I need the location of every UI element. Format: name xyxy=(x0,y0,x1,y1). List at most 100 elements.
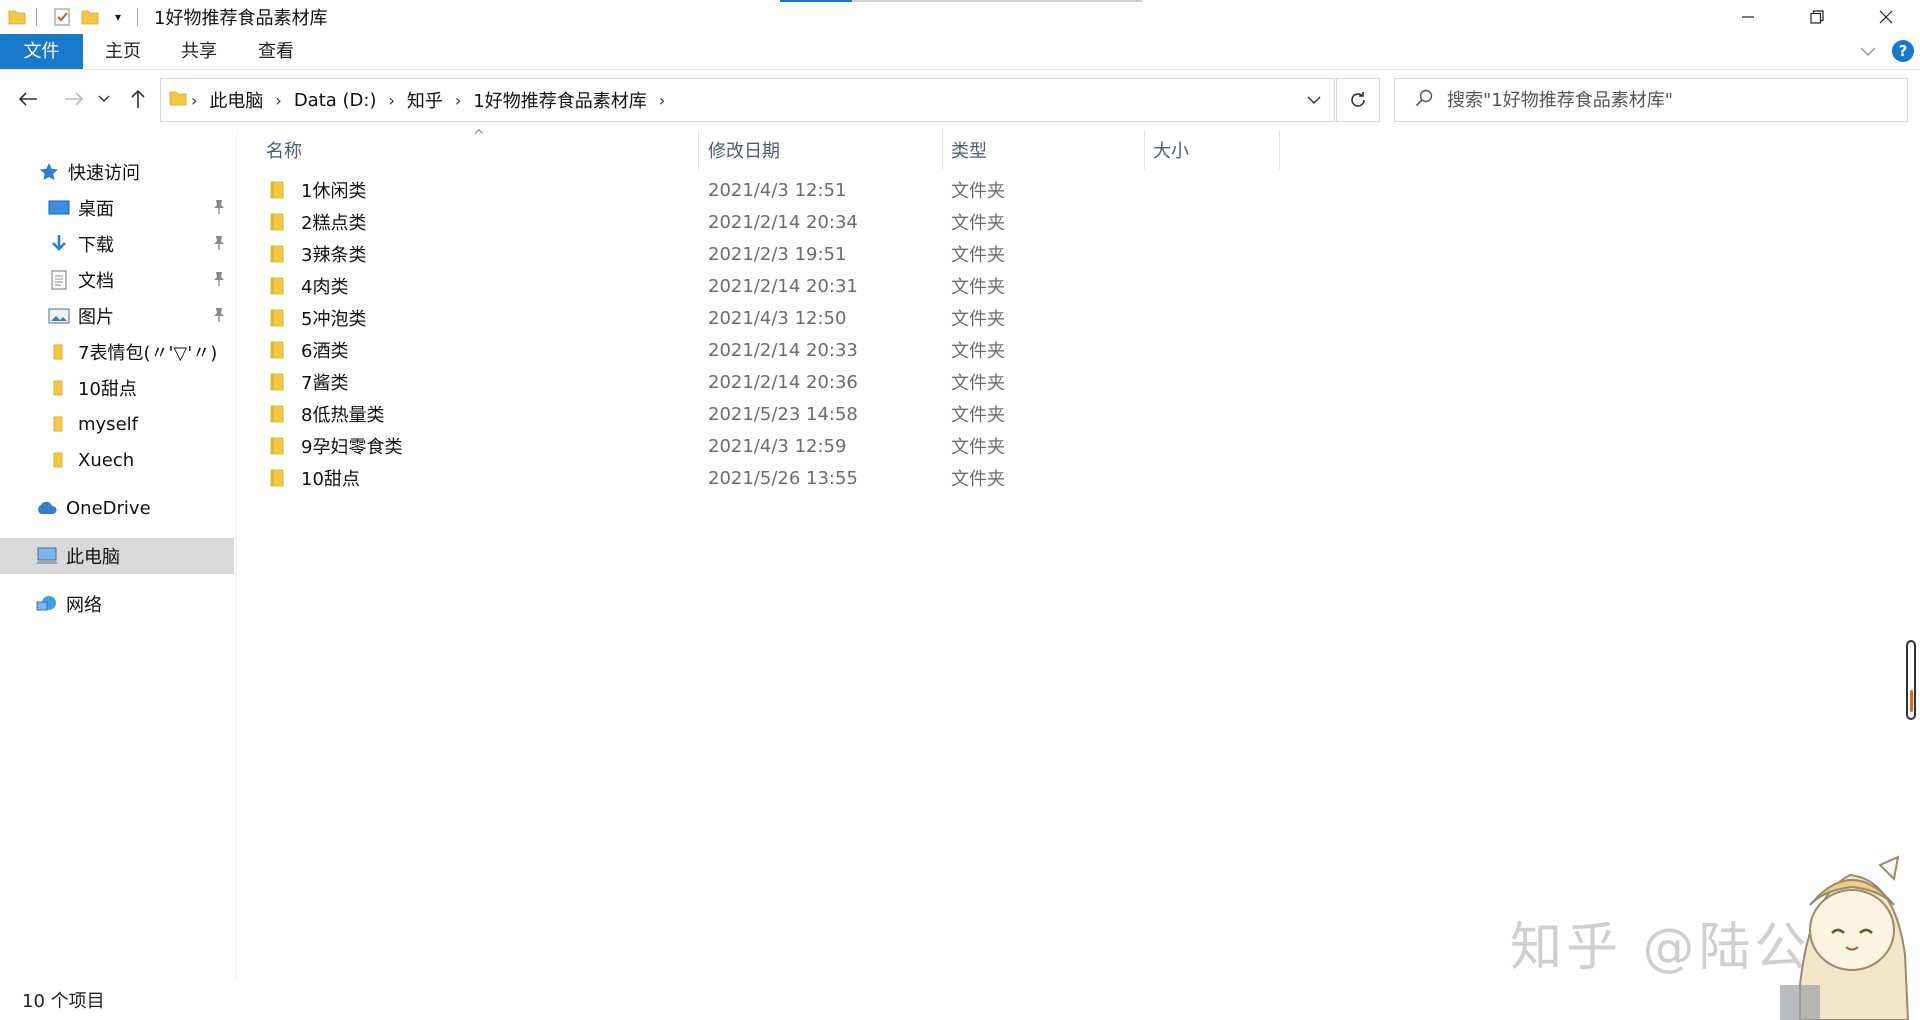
table-row[interactable]: 4肉类 2021/2/14 20:31 文件夹 xyxy=(257,270,1257,302)
folder-icon xyxy=(270,341,284,359)
sidebar-label: 10甜点 xyxy=(78,379,137,400)
table-row[interactable]: 2糕点类 2021/2/14 20:34 文件夹 xyxy=(257,206,1257,238)
file-name-cell[interactable]: 10甜点 xyxy=(267,465,360,491)
close-icon xyxy=(1879,10,1892,24)
sidebar-label: 此电脑 xyxy=(66,547,120,568)
back-button[interactable] xyxy=(14,84,42,114)
sidebar-label: myself xyxy=(78,413,138,435)
modified-date: 2021/2/14 20:31 xyxy=(708,275,858,297)
file-name: 8低热量类 xyxy=(301,405,385,426)
column-resize-handle[interactable] xyxy=(1144,130,1145,170)
file-name-cell[interactable]: 6酒类 xyxy=(267,337,348,363)
document-icon xyxy=(46,268,72,292)
file-type: 文件夹 xyxy=(951,309,1005,330)
table-row[interactable]: 7酱类 2021/2/14 20:36 文件夹 xyxy=(257,366,1257,398)
table-row[interactable]: 6酒类 2021/2/14 20:33 文件夹 xyxy=(257,334,1257,366)
pin-icon[interactable] xyxy=(212,271,228,289)
new-folder-icon[interactable] xyxy=(79,6,101,28)
sidebar-item-onedrive[interactable]: OneDrive xyxy=(0,490,234,526)
folder-icon xyxy=(270,213,284,231)
sidebar-item-this-pc[interactable]: 此电脑 xyxy=(0,538,234,574)
file-name-cell[interactable]: 2糕点类 xyxy=(267,209,366,235)
column-resize-handle[interactable] xyxy=(942,130,943,170)
file-name-cell[interactable]: 7酱类 xyxy=(267,369,348,395)
table-row[interactable]: 5冲泡类 2021/4/3 12:50 文件夹 xyxy=(257,302,1257,334)
picture-icon xyxy=(46,304,72,328)
properties-icon[interactable] xyxy=(51,6,73,28)
address-bar[interactable]: › 此电脑 › Data (D:) › 知乎 › 1好物推荐食品素材库 › xyxy=(160,78,1335,122)
search-box[interactable] xyxy=(1394,78,1908,122)
refresh-button[interactable] xyxy=(1336,78,1380,122)
file-type: 文件夹 xyxy=(951,437,1005,458)
file-name-cell[interactable]: 1休闲类 xyxy=(267,177,366,203)
file-name-cell[interactable]: 9孕妇零食类 xyxy=(267,433,402,459)
customize-quick-access-icon[interactable]: ▾ xyxy=(107,6,129,28)
chevron-down-icon xyxy=(1306,95,1321,104)
table-row[interactable]: 9孕妇零食类 2021/4/3 12:59 文件夹 xyxy=(257,430,1257,462)
sidebar-item-folder[interactable]: myself xyxy=(0,406,234,442)
column-header-type[interactable]: 类型 xyxy=(951,130,1151,170)
tab-view[interactable]: 查看 xyxy=(241,34,311,69)
title-accent xyxy=(780,0,852,2)
sidebar-item-quick-access[interactable]: 快速访问 xyxy=(0,154,234,190)
table-row[interactable]: 3辣条类 2021/2/3 19:51 文件夹 xyxy=(257,238,1257,270)
pin-icon[interactable] xyxy=(212,307,228,325)
pin-icon[interactable] xyxy=(212,235,228,253)
breadcrumb-separator[interactable]: › xyxy=(455,91,461,110)
title-bar: ▾ 1好物推荐食品素材库 xyxy=(0,0,1920,34)
tab-file[interactable]: 文件 xyxy=(0,34,83,69)
restore-button[interactable] xyxy=(1782,0,1851,34)
modified-date: 2021/4/3 12:51 xyxy=(708,179,847,201)
close-button[interactable] xyxy=(1851,0,1920,34)
sidebar-item-documents[interactable]: 文档 xyxy=(0,262,234,298)
sidebar-item-folder[interactable]: 7表情包(〃'▽'〃) xyxy=(0,334,234,370)
table-row[interactable]: 10甜点 2021/5/26 13:55 文件夹 xyxy=(257,462,1257,494)
column-resize-handle[interactable] xyxy=(1279,130,1280,170)
search-icon xyxy=(1415,89,1433,112)
sidebar-item-downloads[interactable]: 下载 xyxy=(0,226,234,262)
tab-home[interactable]: 主页 xyxy=(88,34,158,69)
up-button[interactable] xyxy=(124,84,152,114)
file-name-cell[interactable]: 3辣条类 xyxy=(267,241,366,267)
sidebar-item-network[interactable]: 网络 xyxy=(0,586,234,622)
table-row[interactable]: 1休闲类 2021/4/3 12:51 文件夹 xyxy=(257,174,1257,206)
column-header-date[interactable]: 修改日期 xyxy=(708,130,938,170)
modified-date: 2021/5/23 14:58 xyxy=(708,403,858,425)
sidebar-item-folder[interactable]: Xuech xyxy=(0,442,234,478)
address-history-button[interactable] xyxy=(1292,79,1334,121)
column-header-name[interactable]: 名称 xyxy=(266,130,726,170)
search-input[interactable] xyxy=(1447,89,1887,111)
tab-share[interactable]: 共享 xyxy=(164,34,234,69)
minimize-button[interactable] xyxy=(1713,0,1782,34)
breadcrumb-current-folder[interactable]: 1好物推荐食品素材库 xyxy=(473,87,646,113)
breadcrumb-zhihu[interactable]: 知乎 xyxy=(407,87,443,113)
network-icon xyxy=(34,592,60,616)
breadcrumb-separator[interactable]: › xyxy=(275,91,281,110)
file-name-cell[interactable]: 5冲泡类 xyxy=(267,305,366,331)
sidebar-item-pictures[interactable]: 图片 xyxy=(0,298,234,334)
breadcrumb-separator[interactable]: › xyxy=(659,91,665,110)
sidebar-item-folder[interactable]: 10甜点 xyxy=(0,370,234,406)
folder-icon xyxy=(270,309,284,327)
expand-ribbon-icon[interactable] xyxy=(1860,42,1876,61)
table-row[interactable]: 8低热量类 2021/5/23 14:58 文件夹 xyxy=(257,398,1257,430)
recent-locations-button[interactable] xyxy=(94,84,114,114)
ribbon: 文件 主页 共享 查看 ? xyxy=(0,34,1920,70)
pin-icon[interactable] xyxy=(212,199,228,217)
sidebar-label: OneDrive xyxy=(66,497,151,519)
column-resize-handle[interactable] xyxy=(698,130,699,170)
file-name-cell[interactable]: 4肉类 xyxy=(267,273,348,299)
sidebar-item-desktop[interactable]: 桌面 xyxy=(0,190,234,226)
sidebar-label: Xuech xyxy=(78,449,135,471)
modified-date: 2021/4/3 12:50 xyxy=(708,307,847,329)
folder-icon xyxy=(270,437,284,455)
breadcrumb-drive[interactable]: Data (D:) xyxy=(294,90,377,111)
forward-button[interactable] xyxy=(60,84,88,114)
help-icon[interactable]: ? xyxy=(1892,40,1914,62)
file-name-cell[interactable]: 8低热量类 xyxy=(267,401,384,427)
sidebar-label: 7表情包(〃'▽'〃) xyxy=(78,343,218,364)
breadcrumb-separator[interactable]: › xyxy=(388,91,394,110)
column-header-size[interactable]: 大小 xyxy=(1153,130,1283,170)
breadcrumb-separator[interactable]: › xyxy=(191,91,197,110)
breadcrumb-this-pc[interactable]: 此电脑 xyxy=(209,87,263,113)
